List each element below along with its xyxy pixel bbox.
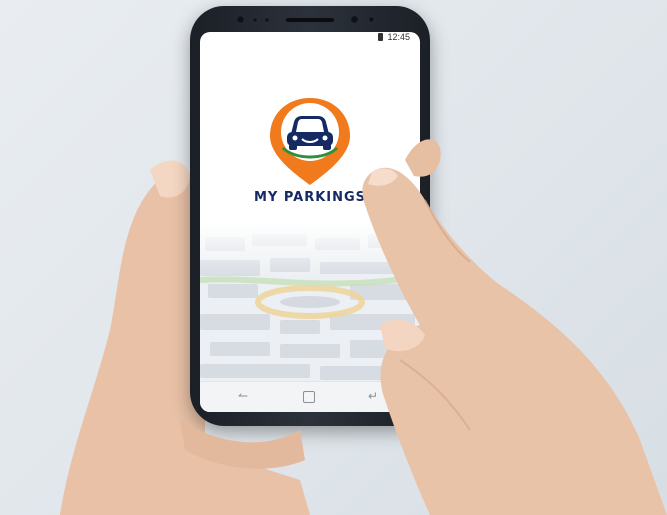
- scene: 12:45 MY PARKINGS ↼ ↵: [0, 0, 667, 515]
- left-thumb: [180, 139, 441, 469]
